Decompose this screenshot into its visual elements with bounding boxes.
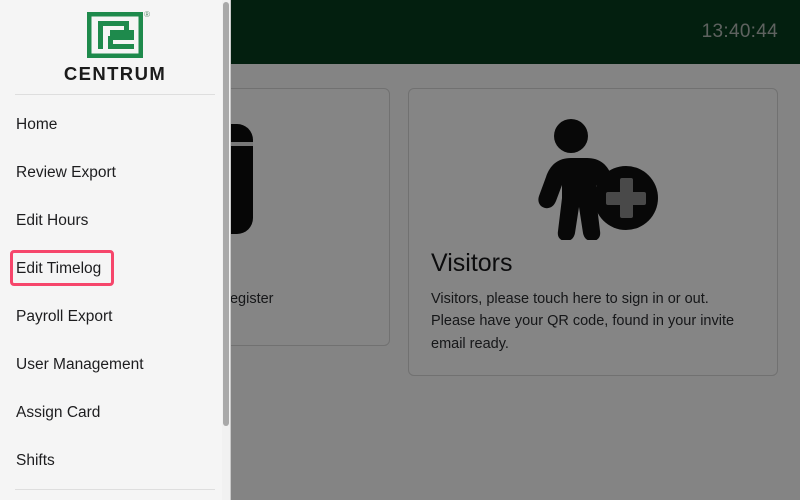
sidebar-item-label: User Management xyxy=(16,356,144,373)
registered-trademark-icon: ® xyxy=(144,9,150,19)
sidebar-item-assign-card[interactable]: Assign Card xyxy=(0,389,230,437)
sidebar-item-label: Payroll Export xyxy=(16,308,113,325)
sidebar-scrollbar[interactable] xyxy=(222,0,230,500)
sidebar-item-review-export[interactable]: Review Export xyxy=(0,149,230,197)
visitors-card-title: Visitors xyxy=(431,249,513,277)
sidebar-item-payroll-export[interactable]: Payroll Export xyxy=(0,293,230,341)
centrum-logo-icon: ® xyxy=(86,10,150,58)
navigation-drawer: ® CENTRUM Home Review Export Edit Hours … xyxy=(0,0,230,500)
sidebar-scrollbar-thumb[interactable] xyxy=(223,2,229,426)
sidebar-item-shifts[interactable]: Shifts xyxy=(0,437,230,485)
sidebar-item-label: Edit Hours xyxy=(16,212,89,229)
sidebar-item-user-management[interactable]: User Management xyxy=(0,341,230,389)
sidebar-item-label: Home xyxy=(16,116,58,133)
sidebar-item-edit-timelog[interactable]: Edit Timelog xyxy=(0,245,230,293)
kiosk-screen: Machine 13:40:44 Registe xyxy=(0,0,800,500)
sidebar-item-home[interactable]: Home xyxy=(0,101,230,149)
brand-block: ® CENTRUM xyxy=(0,0,230,88)
sidebar-item-edit-hours[interactable]: Edit Hours xyxy=(0,197,230,245)
sidebar-item-label: Review Export xyxy=(16,164,116,181)
sidebar-item-label: Assign Card xyxy=(16,404,101,421)
sidebar-item-label: Shifts xyxy=(16,452,55,469)
sidebar-nav-list: Home Review Export Edit Hours Edit Timel… xyxy=(0,95,230,490)
drawer-edge-line xyxy=(230,0,231,500)
brand-name: CENTRUM xyxy=(63,62,167,84)
sidebar-section-divider xyxy=(15,489,215,490)
person-add-icon xyxy=(431,115,755,243)
header-clock: 13:40:44 xyxy=(701,21,778,42)
visitors-card-description: Visitors, please touch here to sign in o… xyxy=(431,290,735,352)
sidebar-item-label: Edit Timelog xyxy=(16,260,102,277)
visitors-card[interactable]: Visitors Visitors, please touch here to … xyxy=(408,88,778,377)
